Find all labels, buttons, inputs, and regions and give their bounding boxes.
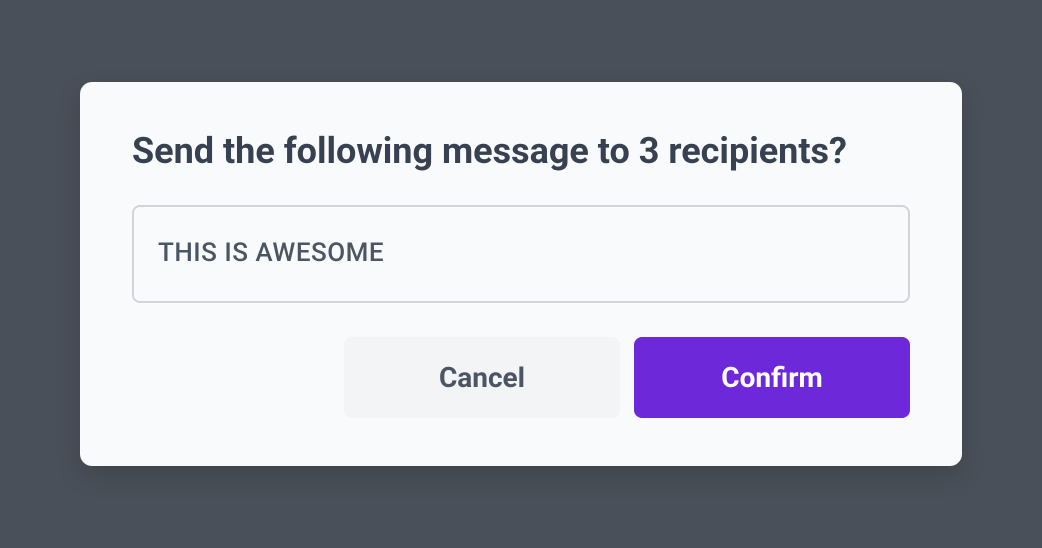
dialog-title: Send the following message to 3 recipien… [132, 130, 910, 173]
dialog-button-row: Cancel Confirm [132, 337, 910, 418]
confirm-button[interactable]: Confirm [634, 337, 910, 418]
cancel-button[interactable]: Cancel [344, 337, 620, 418]
message-preview[interactable] [132, 205, 910, 303]
confirmation-dialog: Send the following message to 3 recipien… [80, 82, 962, 466]
